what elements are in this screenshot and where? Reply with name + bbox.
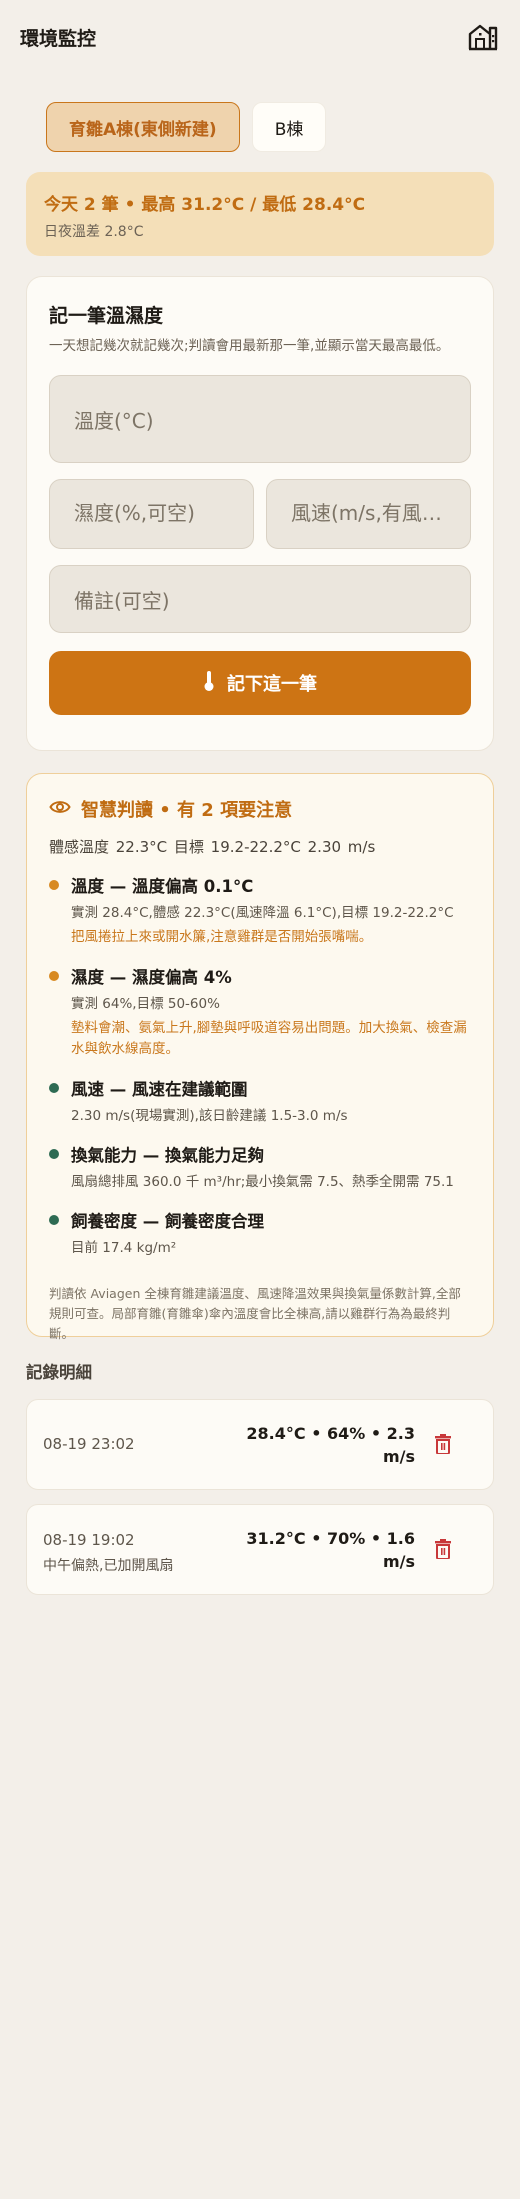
barn-tabs: 育雛A棟(東側新建) B棟: [0, 74, 520, 152]
warning-dot-icon: [49, 971, 59, 981]
analysis-header: 智慧判讀 • 有 2 項要注意: [49, 796, 471, 822]
analysis-item-ventilation: 換氣能力 — 換氣能力足夠 風扇總排風 360.0 千 m³/hr;最小換氣需 …: [49, 1142, 471, 1192]
item-detail: 實測 28.4°C,體感 22.3°C(風速降溫 6.1°C),目標 19.2-…: [71, 905, 454, 921]
page-title: 環境監控: [20, 27, 97, 50]
trash-icon[interactable]: [435, 1434, 457, 1458]
form-description: 一天想記幾次就記幾次;判讀會用最新那一筆,並顯示當天最高最低。: [49, 338, 450, 354]
input-row: 濕度(%,可空) 風速(m/s,有風扇可填): [49, 479, 471, 549]
record-item: 08-19 19:02 中午偏熱,已加開風扇 31.2°C • 70% • 1.…: [26, 1504, 494, 1595]
item-title: 換氣能力 — 換氣能力足夠: [71, 1146, 264, 1165]
trash-icon[interactable]: [435, 1539, 457, 1563]
analysis-item-humidity: 濕度 — 濕度偏高 4% 實測 64%,目標 50-60% 墊料會潮、氨氣上升,…: [49, 964, 471, 1060]
analysis-item-density: 飼養密度 — 飼養密度合理 目前 17.4 kg/m²: [49, 1208, 471, 1258]
daily-summary-banner: 今天 2 筆 • 最高 31.2°C / 最低 28.4°C 日夜溫差 2.8°…: [26, 172, 494, 256]
summary-sub-text: 日夜溫差 2.8°C: [44, 224, 144, 240]
item-detail: 目前 17.4 kg/m²: [71, 1240, 177, 1256]
item-detail: 2.30 m/s(現場實測),該日齡建議 1.5-3.0 m/s: [71, 1108, 348, 1124]
item-title: 風速 — 風速在建議範圍: [71, 1080, 248, 1099]
wind-speed-input[interactable]: 風速(m/s,有風扇可填): [266, 479, 471, 549]
app-header: 環境監控: [0, 0, 520, 74]
analysis-item-wind: 風速 — 風速在建議範圍 2.30 m/s(現場實測),該日齡建議 1.5-3.…: [49, 1076, 471, 1126]
item-detail: 實測 64%,目標 50-60%: [71, 996, 220, 1012]
ok-dot-icon: [49, 1149, 59, 1159]
record-time: 08-19 19:02: [43, 1531, 135, 1549]
tab-barn-a[interactable]: 育雛A棟(東側新建): [46, 102, 240, 152]
analysis-footnote: 判讀依 Aviagen 全棟育雛建議溫度、風速降溫效果與換氣量係數計算,全部規則…: [49, 1286, 461, 1341]
humidity-input[interactable]: 濕度(%,可空): [49, 479, 254, 549]
farm-building-icon[interactable]: [466, 20, 500, 54]
submit-label: 記下這一筆: [227, 674, 317, 695]
item-detail: 風扇總排風 360.0 千 m³/hr;最小換氣需 7.5、熱季全開需 75.1: [71, 1174, 454, 1190]
analysis-metrics: 體感溫度 22.3°C 目標 19.2-22.2°C 2.30 m/s: [49, 838, 376, 856]
thermometer-icon: [203, 670, 215, 697]
record-form-card: 記一筆溫濕度 一天想記幾次就記幾次;判讀會用最新那一筆,並顯示當天最高最低。 溫…: [26, 276, 494, 751]
environment-monitor-page: 環境監控 育雛A棟(東側新建) B棟 今天 2 筆 • 最高 31.2°C / …: [0, 0, 520, 2199]
record-note: 中午偏熱,已加開風扇: [43, 1558, 174, 1574]
record-values: 28.4°C • 64% • 2.3 m/s: [246, 1424, 415, 1466]
item-title: 飼養密度 — 飼養密度合理: [71, 1212, 264, 1231]
smart-analysis-card: 智慧判讀 • 有 2 項要注意 體感溫度 22.3°C 目標 19.2-22.2…: [26, 773, 494, 1341]
item-tip: 墊料會潮、氨氣上升,腳墊與呼吸道容易出問題。加大換氣、檢查漏水與飲水線高度。: [71, 1020, 467, 1057]
item-title: 溫度 — 溫度偏高 0.1°C: [71, 877, 254, 896]
ok-dot-icon: [49, 1215, 59, 1225]
item-title: 濕度 — 濕度偏高 4%: [71, 968, 232, 987]
form-title: 記一筆溫濕度: [49, 305, 164, 327]
records-section-title: 記錄明細: [26, 1363, 92, 1382]
record-time: 08-19 23:02: [43, 1435, 135, 1453]
tab-barn-b[interactable]: B棟: [251, 102, 327, 152]
warning-dot-icon: [49, 880, 59, 890]
analysis-title: 智慧判讀 • 有 2 項要注意: [81, 800, 293, 821]
note-input[interactable]: 備註(可空): [49, 565, 471, 633]
record-item: 08-19 23:02 28.4°C • 64% • 2.3 m/s: [26, 1399, 494, 1490]
ok-dot-icon: [49, 1083, 59, 1093]
temperature-input[interactable]: 溫度(°C): [49, 375, 471, 463]
submit-record-button[interactable]: 記下這一筆: [49, 651, 471, 715]
item-tip: 把風捲拉上來或開水簾,注意雞群是否開始張嘴喘。: [71, 929, 373, 945]
eye-icon: [49, 799, 71, 820]
record-values: 31.2°C • 70% • 1.6 m/s: [246, 1529, 415, 1571]
analysis-item-temperature: 溫度 — 溫度偏高 0.1°C 實測 28.4°C,體感 22.3°C(風速降溫…: [49, 873, 471, 948]
summary-main-text: 今天 2 筆 • 最高 31.2°C / 最低 28.4°C: [44, 195, 366, 215]
